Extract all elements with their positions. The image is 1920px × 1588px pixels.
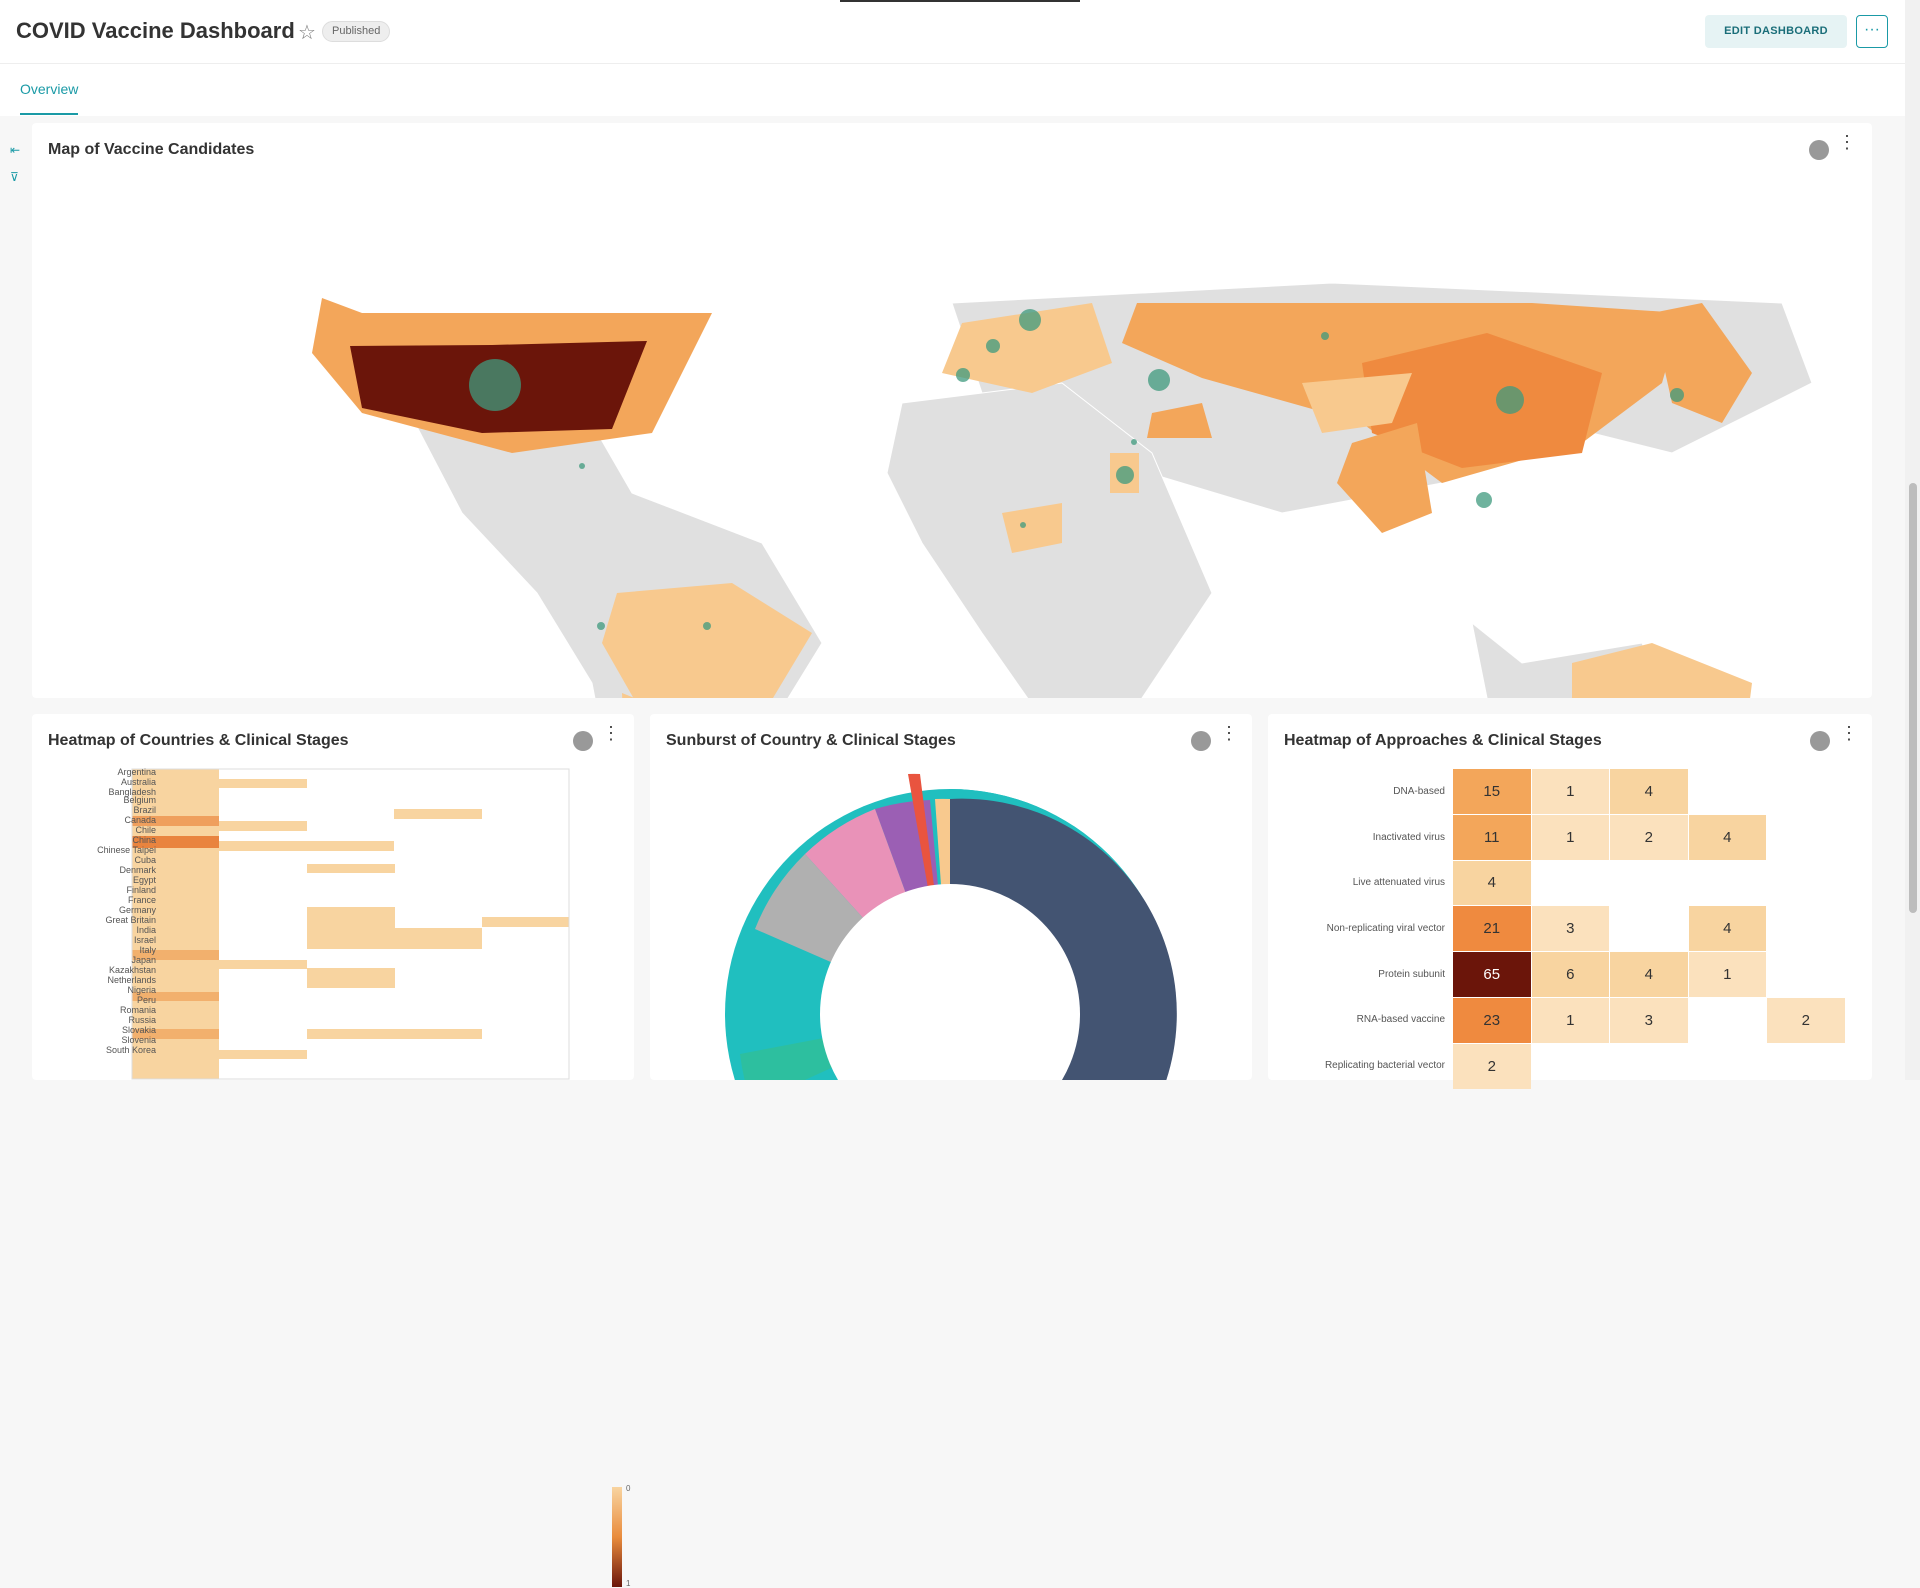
approach-heatmap-cell: 6	[1531, 952, 1609, 997]
scrollbar[interactable]	[1905, 0, 1920, 1080]
row-label: Denmark	[119, 865, 156, 875]
filter-icon[interactable]: ⊽	[10, 170, 19, 184]
approach-heatmap-cell: 2	[1453, 1043, 1531, 1089]
countries-heatmap-title: Heatmap of Countries & Clinical Stages	[48, 732, 349, 749]
row-label: Peru	[136, 995, 156, 1005]
row-label: Argentina	[117, 767, 156, 777]
filter-pin-icon[interactable]	[1810, 731, 1830, 751]
row-label: Italy	[139, 945, 156, 955]
heatmap-colorbar	[612, 1487, 622, 1587]
favorite-star-icon[interactable]: ☆	[298, 20, 316, 45]
row-label: Australia	[120, 777, 156, 787]
row-label: Nigeria	[127, 985, 156, 995]
approach-row-label: Protein subunit	[1378, 969, 1445, 980]
approach-heatmap-cell: 4	[1688, 814, 1766, 860]
row-label: Slovakia	[121, 1025, 156, 1035]
dashboard-tabs: Overview	[0, 64, 1905, 116]
approach-heatmap-cell: 1	[1531, 814, 1609, 860]
approach-heatmap-cell: 1	[1688, 952, 1766, 997]
row-label: China	[132, 835, 156, 845]
tab-overview[interactable]: Overview	[20, 81, 79, 115]
countries-heatmap-panel: Heatmap of Countries & Clinical Stages ⋮…	[32, 714, 634, 1588]
sunburst-panel: Sunburst of Country & Clinical Stages ⋮	[650, 714, 1252, 1239]
row-label: Finland	[126, 885, 156, 895]
approach-heatmap-cell: 3	[1531, 906, 1609, 952]
approach-row-label: Inactivated virus	[1372, 832, 1445, 843]
heatmap-menu-icon[interactable]: ⋮	[602, 724, 620, 742]
world-map	[312, 282, 1813, 824]
approach-heatmap-cell: 23	[1453, 998, 1531, 1043]
approach-heatmap-cell: 65	[1453, 952, 1531, 997]
approaches-heatmap-title: Heatmap of Approaches & Clinical Stages	[1284, 732, 1602, 749]
row-label: Israel	[133, 935, 156, 945]
approach-heatmap-cell: 1	[1531, 998, 1609, 1043]
filter-pin-icon[interactable]	[1191, 731, 1211, 751]
row-label: Japan	[131, 955, 156, 965]
approach-heatmap-cell: 4	[1610, 769, 1688, 814]
colorbar-min: 0	[626, 1484, 631, 1493]
row-label: Belgium	[123, 795, 156, 805]
row-label: Cuba	[134, 855, 156, 865]
row-label: Chinese Taipei	[97, 845, 156, 855]
row-label: Romania	[119, 1005, 156, 1015]
collapse-sidebar-icon[interactable]: ⇤	[10, 143, 20, 157]
top-handle	[840, 0, 1080, 2]
colorbar-max: 1	[626, 1579, 631, 1588]
approach-heatmap-cell: 3	[1610, 998, 1688, 1043]
row-label: Brazil	[133, 805, 156, 815]
approach-heatmap-cell: 2	[1610, 814, 1688, 860]
filter-pin-icon[interactable]	[1809, 140, 1829, 160]
map-title: Map of Vaccine Candidates	[48, 141, 255, 158]
row-label: Chile	[135, 825, 156, 835]
map-panel: Map of Vaccine Candidates ⋮	[32, 123, 1872, 824]
map-menu-icon[interactable]: ⋮	[1838, 133, 1856, 151]
approach-row-label: DNA-based	[1393, 786, 1445, 797]
edit-dashboard-button[interactable]: EDIT DASHBOARD	[1705, 15, 1847, 48]
sunburst-chart	[725, 773, 1177, 1239]
approach-heatmap-cell: 21	[1453, 906, 1531, 952]
row-label: France	[127, 895, 156, 905]
approach-heatmap-cell: 4	[1453, 860, 1531, 906]
row-label: Egypt	[132, 875, 156, 885]
sunburst-title: Sunburst of Country & Clinical Stages	[666, 732, 956, 749]
row-label: Kazakhstan	[108, 965, 156, 975]
approach-row-label: Non-replicating viral vector	[1326, 923, 1445, 934]
approaches-menu-icon[interactable]: ⋮	[1840, 724, 1858, 742]
row-label: Russia	[128, 1015, 156, 1025]
approach-heatmap-cell: 4	[1610, 952, 1688, 997]
status-badge: Published	[322, 21, 391, 42]
row-label: Netherlands	[107, 975, 156, 985]
approach-heatmap-cell: 1	[1531, 769, 1609, 814]
scroll-thumb[interactable]	[1909, 483, 1917, 913]
dashboard-header: COVID Vaccine Dashboard ☆ Published EDIT…	[0, 0, 1905, 64]
row-label: Slovenia	[121, 1035, 156, 1045]
approach-row-label: RNA-based vaccine	[1356, 1014, 1445, 1025]
approach-row-label: Replicating bacterial vector	[1324, 1060, 1445, 1071]
more-options-button[interactable]: ···	[1856, 15, 1888, 48]
row-label: South Korea	[105, 1045, 156, 1055]
row-label: Great Britain	[105, 915, 156, 925]
approach-heatmap-cell: 15	[1453, 769, 1531, 814]
approach-heatmap-cell: 11	[1453, 814, 1531, 860]
sunburst-menu-icon[interactable]: ⋮	[1220, 724, 1238, 742]
row-label: Germany	[118, 905, 156, 915]
filter-pin-icon[interactable]	[573, 731, 593, 751]
row-label: Canada	[124, 815, 156, 825]
page-title: COVID Vaccine Dashboard	[16, 18, 295, 43]
approach-heatmap-cell: 2	[1767, 998, 1845, 1043]
approach-heatmap-cell: 4	[1688, 906, 1766, 952]
row-label: India	[136, 925, 156, 935]
approach-row-label: Live attenuated virus	[1352, 877, 1445, 888]
